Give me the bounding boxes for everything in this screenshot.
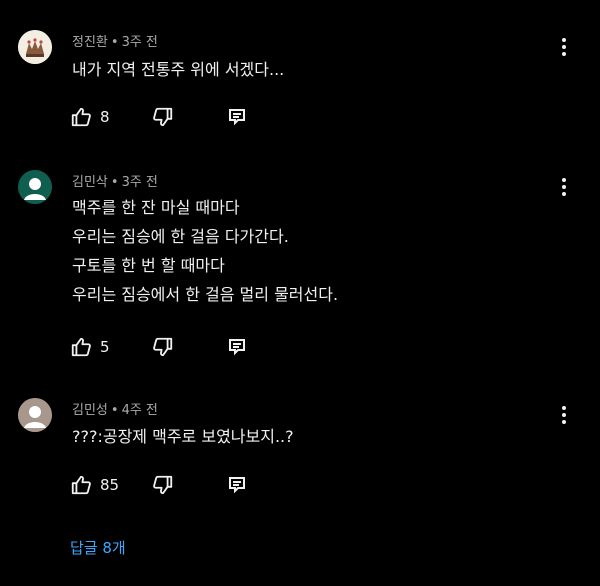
avatar[interactable]: [18, 398, 52, 432]
comment-line: 우리는 짐승에 한 걸음 다가간다.: [72, 227, 289, 246]
like-count: 8: [100, 108, 110, 126]
default-person-avatar-icon: [18, 170, 52, 204]
thumbs-up-icon: [71, 337, 91, 357]
more-vert-icon: [562, 178, 566, 196]
comments-section: 정진환 • 3주 전 내가 지역 전통주 위에 서겠다... 8 김민삭 • 3…: [0, 0, 600, 586]
dislike-button[interactable]: [152, 473, 174, 497]
reply-button[interactable]: [227, 335, 247, 359]
emblem-avatar-icon: [18, 30, 52, 64]
comment-time[interactable]: 4주 전: [122, 403, 158, 418]
reply-button[interactable]: [227, 105, 247, 129]
like-count: 5: [100, 338, 110, 356]
comment-author-line: 정진환 • 3주 전: [72, 31, 158, 50]
thumbs-down-icon: [153, 107, 173, 127]
like-button[interactable]: 5: [70, 335, 110, 359]
dislike-button[interactable]: [152, 335, 174, 359]
comment-author[interactable]: 정진환: [72, 35, 108, 50]
separator-dot: •: [110, 35, 119, 50]
view-replies-link[interactable]: 답글 8개: [70, 537, 126, 558]
comment-author-line: 김민성 • 4주 전: [72, 399, 158, 418]
comment-author[interactable]: 김민성: [72, 403, 108, 418]
reply-icon: [229, 339, 245, 356]
thumbs-down-icon: [153, 337, 173, 357]
comment-text: ???:공장제 맥주로 보였나보지..?: [72, 422, 294, 451]
comment-author[interactable]: 김민삭: [72, 175, 108, 190]
separator-dot: •: [110, 175, 119, 190]
thumbs-up-icon: [71, 107, 91, 127]
separator-dot: •: [110, 403, 119, 418]
reply-button[interactable]: [227, 473, 247, 497]
comment-line: 구토를 한 번 할 때마다: [72, 256, 225, 275]
more-options-button[interactable]: [556, 404, 572, 426]
dislike-button[interactable]: [152, 105, 174, 129]
avatar[interactable]: [18, 170, 52, 204]
thumbs-up-icon: [71, 475, 91, 495]
comment-line: ???:공장제 맥주로 보였나보지..?: [72, 427, 294, 446]
comment-text: 맥주를 한 잔 마실 때마다 우리는 짐승에 한 걸음 다가간다. 구토를 한 …: [72, 193, 338, 309]
comment-text: 내가 지역 전통주 위에 서겠다...: [72, 55, 284, 84]
reply-icon: [229, 109, 245, 126]
comment-line: 맥주를 한 잔 마실 때마다: [72, 198, 240, 217]
reply-icon: [229, 477, 245, 494]
comment-author-line: 김민삭 • 3주 전: [72, 171, 158, 190]
like-button[interactable]: 8: [70, 105, 110, 129]
more-vert-icon: [562, 38, 566, 56]
avatar[interactable]: [18, 30, 52, 64]
comment-time[interactable]: 3주 전: [122, 175, 158, 190]
comment-time[interactable]: 3주 전: [122, 35, 158, 50]
more-options-button[interactable]: [556, 36, 572, 58]
more-vert-icon: [562, 406, 566, 424]
thumbs-down-icon: [153, 475, 173, 495]
default-person-avatar-icon: [18, 398, 52, 432]
comment-line: 내가 지역 전통주 위에 서겠다...: [72, 60, 285, 79]
like-count: 85: [100, 476, 120, 494]
more-options-button[interactable]: [556, 176, 572, 198]
comment-line: 우리는 짐승에서 한 걸음 멀리 물러선다.: [72, 285, 339, 304]
like-button[interactable]: 85: [70, 473, 119, 497]
